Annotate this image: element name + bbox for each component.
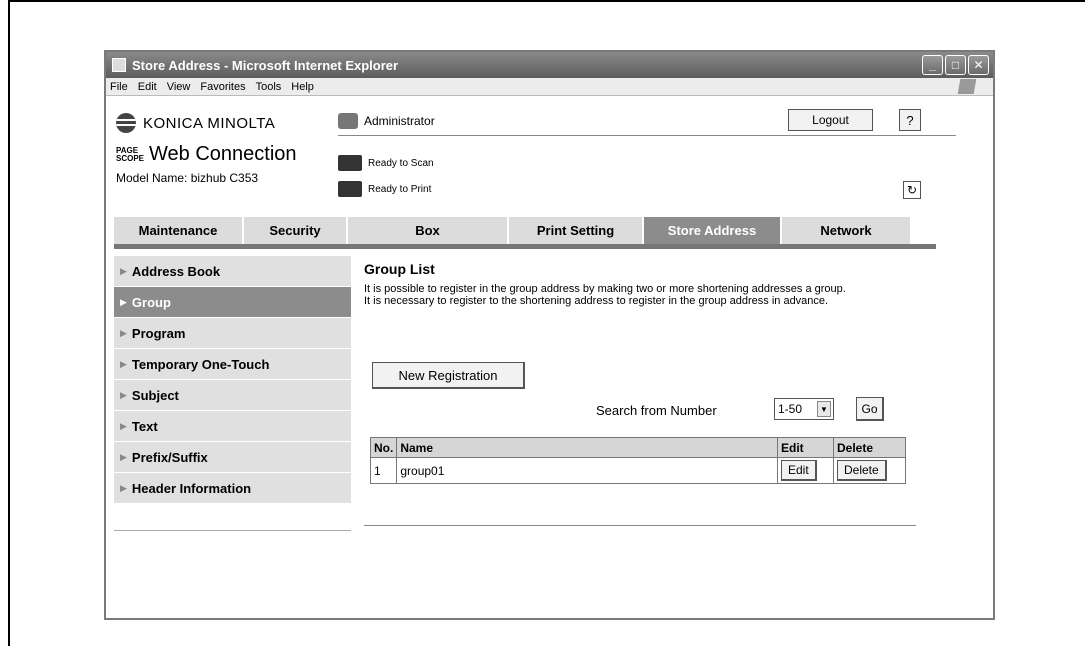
sidebar: ▶ Address Book ▶ Group ▶ Program ▶ Temporary… bbox=[114, 256, 351, 531]
browser-window: Store Address - Microsoft Internet Explo… bbox=[104, 50, 995, 620]
brand-name: KONICA MINOLTA bbox=[143, 114, 276, 132]
page-frame-top bbox=[8, 0, 1085, 2]
arrow-icon: ▶ bbox=[120, 451, 127, 462]
pagescope-logo: PAGE SCOPE Web Connection bbox=[116, 143, 297, 166]
number-range-value: 1-50 bbox=[778, 402, 803, 416]
arrow-icon: ▶ bbox=[120, 296, 127, 307]
cell-edit: Edit bbox=[777, 457, 834, 484]
tab-print-setting[interactable]: Print Setting bbox=[509, 217, 644, 244]
menu-bar: File Edit View Favorites Tools Help bbox=[106, 78, 993, 96]
help-button[interactable]: ? bbox=[899, 109, 921, 131]
menu-edit[interactable]: Edit bbox=[138, 81, 157, 93]
sidebar-divider bbox=[114, 530, 351, 531]
table-row: 1 group01 Edit Delete bbox=[369, 457, 906, 484]
printer-icon bbox=[338, 181, 362, 197]
description-1: It is possible to register in the group … bbox=[364, 283, 846, 295]
menu-view[interactable]: View bbox=[167, 81, 191, 93]
print-status-text: Ready to Print bbox=[368, 183, 432, 195]
header-divider bbox=[338, 135, 956, 136]
maximize-button[interactable]: □ bbox=[945, 55, 966, 75]
tab-security[interactable]: Security bbox=[244, 217, 348, 244]
table-header-row: No. Name Edit Delete bbox=[369, 437, 906, 458]
sidebar-item-program[interactable]: ▶ Program bbox=[114, 318, 351, 349]
menu-help[interactable]: Help bbox=[291, 81, 314, 93]
tab-box[interactable]: Box bbox=[348, 217, 509, 244]
brand-logo: KONICA MINOLTA bbox=[116, 113, 275, 133]
col-delete: Delete bbox=[833, 437, 906, 458]
window-title: Store Address - Microsoft Internet Explo… bbox=[132, 57, 399, 73]
print-status: Ready to Print bbox=[338, 181, 431, 197]
col-name: Name bbox=[396, 437, 778, 458]
edit-button[interactable]: Edit bbox=[781, 460, 817, 481]
pagescope-text: PAGE SCOPE bbox=[116, 145, 145, 163]
search-label: Search from Number bbox=[596, 403, 717, 418]
user-name: Administrator bbox=[364, 114, 435, 128]
main-tabs: Maintenance Security Box Print Setting S… bbox=[114, 217, 936, 249]
arrow-icon: ▶ bbox=[120, 327, 127, 338]
konica-globe-icon bbox=[116, 113, 136, 133]
sidebar-item-subject[interactable]: ▶ Subject bbox=[114, 380, 351, 411]
arrow-icon: ▶ bbox=[120, 389, 127, 400]
cell-no: 1 bbox=[369, 457, 398, 484]
administrator-icon bbox=[338, 113, 358, 129]
group-table: No. Name Edit Delete 1 group01 Edit Dele… bbox=[369, 437, 906, 484]
menu-favorites[interactable]: Favorites bbox=[200, 81, 245, 93]
delete-button[interactable]: Delete bbox=[837, 460, 887, 481]
scan-status-text: Ready to Scan bbox=[368, 157, 434, 169]
menu-tools[interactable]: Tools bbox=[256, 81, 282, 93]
sidebar-item-text[interactable]: ▶ Text bbox=[114, 411, 351, 442]
col-edit: Edit bbox=[777, 437, 834, 458]
new-registration-button[interactable]: New Registration bbox=[372, 362, 525, 389]
ie-icon bbox=[112, 58, 126, 72]
user-info: Administrator bbox=[338, 113, 435, 129]
minimize-button[interactable]: _ bbox=[922, 55, 943, 75]
windows-flag-icon bbox=[957, 79, 977, 94]
sidebar-item-header-information[interactable]: ▶ Header Information bbox=[114, 473, 351, 504]
page-title: Group List bbox=[364, 261, 435, 277]
chevron-down-icon[interactable]: ▼ bbox=[817, 401, 831, 417]
arrow-icon: ▶ bbox=[120, 482, 127, 493]
window-controls: _ □ ✕ bbox=[922, 55, 989, 75]
tab-network[interactable]: Network bbox=[782, 217, 912, 244]
tab-maintenance[interactable]: Maintenance bbox=[114, 217, 244, 244]
scanner-icon bbox=[338, 155, 362, 171]
arrow-icon: ▶ bbox=[120, 358, 127, 369]
sidebar-item-group[interactable]: ▶ Group bbox=[114, 287, 351, 318]
tab-store-address[interactable]: Store Address bbox=[644, 217, 782, 244]
main-panel: Group List It is possible to register in… bbox=[364, 255, 916, 526]
sidebar-item-address-book[interactable]: ▶ Address Book bbox=[114, 256, 351, 287]
cell-name: group01 bbox=[396, 457, 778, 484]
col-no: No. bbox=[369, 437, 398, 458]
number-range-select[interactable]: 1-50 ▼ bbox=[774, 398, 834, 420]
refresh-button[interactable]: ↻ bbox=[903, 181, 921, 199]
page-frame-left bbox=[8, 0, 10, 646]
web-connection-title: Web Connection bbox=[149, 143, 297, 165]
page-content: KONICA MINOLTA PAGE SCOPE Web Connection… bbox=[106, 97, 993, 618]
description-2: It is necessary to register to the short… bbox=[364, 295, 829, 307]
sidebar-item-temporary-one-touch[interactable]: ▶ Temporary One-Touch bbox=[114, 349, 351, 380]
model-name: Model Name: bizhub C353 bbox=[116, 171, 259, 185]
go-button[interactable]: Go bbox=[856, 397, 884, 421]
arrow-icon: ▶ bbox=[120, 420, 127, 431]
menu-file[interactable]: File bbox=[110, 81, 128, 93]
cell-delete: Delete bbox=[833, 457, 906, 484]
title-bar: Store Address - Microsoft Internet Explo… bbox=[106, 52, 993, 78]
sidebar-item-prefix-suffix[interactable]: ▶ Prefix/Suffix bbox=[114, 442, 351, 473]
arrow-icon: ▶ bbox=[120, 265, 127, 276]
scan-status: Ready to Scan bbox=[338, 155, 434, 171]
logout-button[interactable]: Logout bbox=[788, 109, 873, 131]
main-divider bbox=[364, 525, 916, 526]
close-button[interactable]: ✕ bbox=[968, 55, 989, 75]
